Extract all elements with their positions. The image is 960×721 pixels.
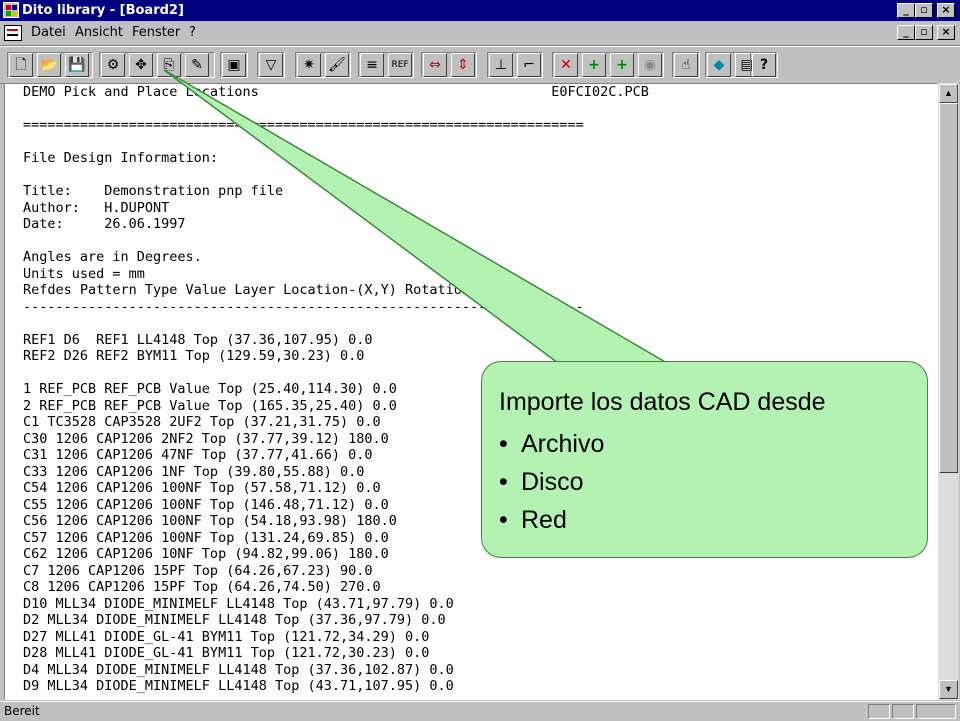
- app-icon[interactable]: [3, 2, 19, 18]
- document-icon[interactable]: [4, 25, 22, 41]
- callout-item: • Archivo: [499, 425, 604, 463]
- explode-icon[interactable]: ✷: [297, 53, 321, 77]
- toolbar-group-mirror: ⇔ ⇕: [421, 52, 477, 78]
- menu-fenster[interactable]: Fenster: [132, 25, 180, 40]
- callout-item: • Red: [499, 501, 604, 539]
- child-close-button[interactable]: ×: [937, 25, 955, 40]
- save-icon[interactable]: 💾: [65, 53, 89, 77]
- sort-icon[interactable]: ≡: [360, 53, 384, 77]
- menu-bar: Datei Ansicht Fenster ? _ ▫ ×: [0, 21, 960, 46]
- bullet-icon: •: [499, 506, 508, 534]
- callout-item: • Disco: [499, 463, 604, 501]
- menu-datei[interactable]: Datei: [31, 25, 66, 40]
- bullet-icon: •: [499, 468, 508, 496]
- close-button[interactable]: ×: [937, 3, 955, 18]
- r2-icon[interactable]: +: [610, 53, 634, 77]
- scroll-up-icon[interactable]: ▲: [939, 84, 958, 103]
- toolbar: 🗋 📂 💾 ⚙ ✥ ⎘ ✎ ▣ ▽ ✷ 🖌 ≡ REF ⇔ ⇕ ⊥ ⌐ ✕ + …: [0, 46, 960, 84]
- bullet-icon: •: [499, 430, 508, 458]
- window-title: Dito library - [Board2]: [22, 3, 184, 18]
- status-panel: [868, 704, 890, 719]
- title-bar: Dito library - [Board2] _ ▫ ×: [0, 0, 960, 21]
- toolbar-group-data: ⚙ ✥ ⎘ ✎: [99, 52, 215, 78]
- delete-icon[interactable]: ✕: [554, 53, 578, 77]
- filter-icon[interactable]: ▽: [259, 53, 283, 77]
- status-text: Bereit: [4, 704, 40, 718]
- toolbar-group-axis: ⊥ ⌐: [487, 52, 543, 78]
- r1-icon[interactable]: +: [582, 53, 606, 77]
- menu-ansicht[interactable]: Ansicht: [75, 25, 123, 40]
- menu-help[interactable]: ?: [189, 25, 196, 40]
- view-icon[interactable]: ◉: [638, 53, 662, 77]
- import-icon[interactable]: ⎘: [157, 53, 181, 77]
- open-icon[interactable]: 📂: [37, 53, 61, 77]
- settings-icon[interactable]: ⚙: [101, 53, 125, 77]
- status-bar: Bereit: [0, 701, 960, 721]
- scroll-down-icon[interactable]: ▼: [939, 680, 958, 699]
- toolbar-group-filter: ▽: [257, 52, 285, 78]
- child-restore-button[interactable]: ▫: [915, 25, 933, 40]
- toolbar-group-edit: ✕ + + ◉: [552, 52, 664, 78]
- hand-icon[interactable]: ☝: [674, 53, 698, 77]
- callout-title: Importe los datos CAD desde: [499, 388, 826, 416]
- vertical-scrollbar[interactable]: ▲ ▼: [938, 83, 959, 700]
- status-panel: [916, 704, 956, 719]
- new-icon[interactable]: 🗋: [9, 53, 33, 77]
- status-panel: [892, 704, 914, 719]
- ref-icon[interactable]: REF: [388, 53, 412, 77]
- child-minimize-button[interactable]: _: [897, 25, 915, 40]
- minimize-button[interactable]: _: [897, 3, 915, 18]
- paint-icon[interactable]: 🖌: [325, 53, 349, 77]
- toolbar-group-sort: ≡ REF: [358, 52, 414, 78]
- maximize-button[interactable]: ▫: [915, 3, 933, 18]
- toolbar-group-hand: ☝: [672, 52, 700, 78]
- pick-icon[interactable]: ✥: [129, 53, 153, 77]
- mirror-v-icon[interactable]: ⇕: [451, 53, 475, 77]
- axis-rotate-icon[interactable]: ⌐: [517, 53, 541, 77]
- mirror-h-icon[interactable]: ⇔: [423, 53, 447, 77]
- help-icon[interactable]: ?: [752, 53, 776, 77]
- toolbar-group-component: ▣: [220, 52, 248, 78]
- component-icon[interactable]: ▣: [222, 53, 246, 77]
- axis-icon[interactable]: ⊥: [489, 53, 513, 77]
- erase-icon[interactable]: ◆: [707, 53, 731, 77]
- toolbar-group-tools: ✷ 🖌: [295, 52, 351, 78]
- scroll-thumb[interactable]: [939, 103, 958, 473]
- toolbar-group-help: ?: [750, 52, 778, 78]
- edit-icon[interactable]: ✎: [185, 53, 209, 77]
- callout-list: • Archivo • Disco • Red: [499, 425, 604, 539]
- toolbar-group-file: 🗋 📂 💾: [7, 52, 93, 78]
